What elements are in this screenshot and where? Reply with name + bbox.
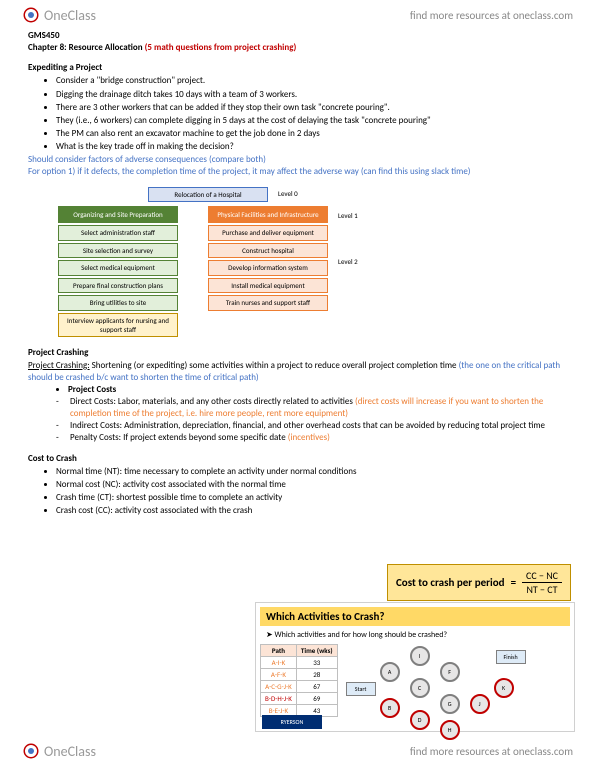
list-item: Digging the drainage ditch takes 10 days… — [56, 89, 567, 101]
header-link[interactable]: find more resources at oneclass.com — [410, 9, 573, 22]
table-row: A-F-K28 — [261, 669, 338, 681]
node-g: G — [440, 694, 460, 714]
list-item: Consider a "bridge construction" project… — [56, 75, 567, 87]
cost-crash-title: Cost to Crash — [28, 453, 567, 465]
list-item: Crash cost (CC): activity cost associate… — [56, 505, 567, 517]
node-f: F — [440, 662, 460, 682]
logo-icon — [22, 742, 40, 760]
fraction: CC − NC NT − CT — [522, 569, 562, 596]
node-c: C — [410, 678, 430, 698]
wbs-item: Bring utilities to site — [58, 295, 178, 310]
wbs-item: Train nurses and support staff — [208, 295, 328, 310]
list-item: Normal cost (NC): activity cost associat… — [56, 479, 567, 491]
document-body: GMS450 Chapter 8: Resource Allocation (5… — [0, 30, 595, 517]
costs-list: Project Costs — [68, 384, 567, 396]
formula-label: Cost to crash per period — [396, 576, 505, 589]
footer-link[interactable]: find more resources at oneclass.com — [410, 745, 573, 758]
wbs-item: Construct hospital — [208, 243, 328, 258]
level-label: Level 0 — [278, 189, 298, 198]
cost-crash-list: Normal time (NT): time necessary to comp… — [56, 466, 567, 518]
list-item: They (i.e., 6 workers) can complete digg… — [56, 115, 567, 127]
wbs-root: Relocation of a Hospital — [148, 187, 268, 202]
th-time: Time (wks) — [296, 645, 337, 657]
list-item: Crash time (CT): shortest possible time … — [56, 492, 567, 504]
wbs-item: Select administration staff — [58, 225, 178, 240]
page-footer: OneClass find more resources at oneclass… — [0, 736, 595, 766]
node-j: J — [470, 694, 490, 714]
wbs-item: Purchase and deliver equipment — [208, 225, 328, 240]
costs-head: Project Costs — [68, 384, 567, 396]
def-label: Project Crashing: — [28, 360, 90, 371]
penalty-note: (incentives) — [288, 432, 330, 443]
wbs-item: Select medical equipment — [58, 260, 178, 275]
logo-icon — [22, 6, 40, 24]
brand-name: OneClass — [44, 743, 96, 760]
start-node: Start — [346, 682, 376, 696]
panel-title: Which Activities to Crash? — [260, 607, 570, 626]
cost-types: -Direct Costs: Labor, materials, and any… — [56, 396, 567, 445]
node-i: I — [410, 646, 430, 666]
wbs-col1-head: Organizing and Site Preparation — [58, 206, 178, 223]
table-row: A-C-G-J-K67 — [261, 681, 338, 693]
expediting-title: Expediting a Project — [28, 62, 567, 74]
brand-logo: OneClass — [22, 6, 96, 24]
course-code: GMS450 — [28, 30, 567, 42]
penalty-cost: Penalty Costs: If project extends beyond… — [70, 432, 286, 443]
wbs-item: Install medical equipment — [208, 278, 328, 293]
wbs-col2-head: Physical Facilities and Infrastructure — [208, 206, 328, 223]
crashing-title: Project Crashing — [28, 347, 567, 359]
node-b: B — [380, 698, 400, 718]
wbs-diagram: Relocation of a Hospital Level 0 Organiz… — [58, 187, 378, 340]
list-item: What is the key trade off in making the … — [56, 141, 567, 153]
chapter-title: Chapter 8: Resource Allocation — [28, 42, 143, 53]
node-k: K — [494, 678, 514, 698]
wbs-item: Prepare final construction plans — [58, 278, 178, 293]
wbs-item: Site selection and survey — [58, 243, 178, 258]
expediting-note1: Should consider factors of adverse conse… — [28, 154, 567, 166]
wbs-item: Develop information system — [208, 260, 328, 275]
th-path: Path — [261, 645, 297, 657]
level-label: Level 1 — [338, 211, 358, 220]
panel-sub: ➤ Which activities and for how long shou… — [266, 630, 570, 640]
chapter-note: (5 math questions from project crashing) — [145, 42, 297, 53]
wbs-item: Interview applicants for nursing and sup… — [58, 313, 178, 338]
def-text: Shortening (or expediting) some activiti… — [92, 360, 457, 371]
table-row: B-D-H-J-K69 — [261, 693, 338, 705]
formula-box: Cost to crash per period = CC − NC NT − … — [387, 564, 571, 601]
indirect-cost: Indirect Costs: Administration, deprecia… — [70, 420, 545, 432]
node-a: A — [380, 662, 400, 682]
crashing-definition: Project Crashing: Shortening (or expedit… — [28, 360, 567, 384]
level-label: Level 2 — [338, 257, 358, 266]
expediting-list: Consider a "bridge construction" project… — [56, 75, 567, 153]
path-table: PathTime (wks) A-I-K33 A-F-K28 A-C-G-J-K… — [260, 644, 338, 717]
table-row: A-I-K33 — [261, 657, 338, 669]
expediting-note2: For option 1) if it defects, the complet… — [28, 166, 567, 178]
node-d: D — [410, 710, 430, 730]
list-item: There are 3 other workers that can be ad… — [56, 102, 567, 114]
list-item: Normal time (NT): time necessary to comp… — [56, 466, 567, 478]
numerator: CC − NC — [522, 569, 562, 583]
equals: = — [511, 576, 516, 589]
chapter-line: Chapter 8: Resource Allocation (5 math q… — [28, 42, 567, 54]
brand-name: OneClass — [44, 7, 96, 24]
ryerson-badge: RYERSON — [262, 715, 322, 729]
page-header: OneClass find more resources at oneclass… — [0, 0, 595, 30]
direct-cost: Direct Costs: Labor, materials, and any … — [70, 396, 353, 407]
denominator: NT − CT — [522, 583, 561, 596]
brand-logo-footer: OneClass — [22, 742, 96, 760]
network-diagram: Start A B I C D F G H J K Finish — [346, 644, 526, 734]
finish-node: Finish — [496, 650, 526, 664]
crash-activities-panel: Which Activities to Crash? ➤ Which activ… — [255, 602, 575, 732]
list-item: The PM can also rent an excavator machin… — [56, 128, 567, 140]
